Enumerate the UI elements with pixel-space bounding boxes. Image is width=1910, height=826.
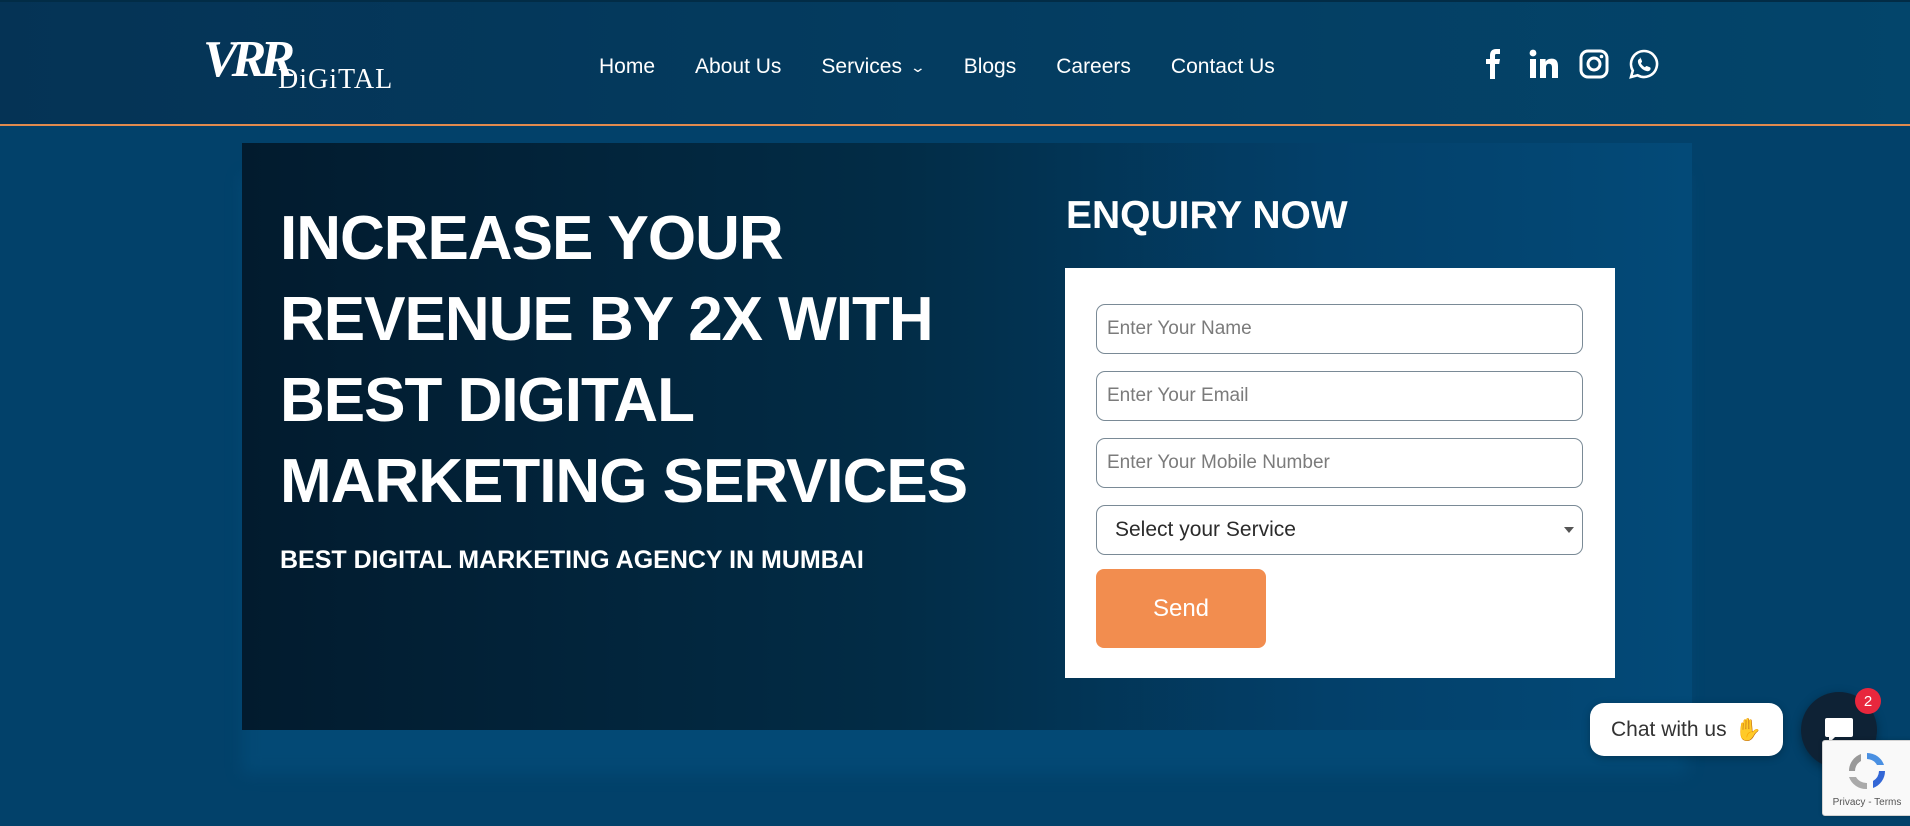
nav-home-label: Home [599,55,656,78]
name-input[interactable] [1096,304,1583,354]
social-links [1478,48,1678,80]
nav-blogs-label: Blogs [963,55,1017,78]
logo-sub-text: DiGiTAL [278,64,394,95]
nav-services[interactable]: Services ⌄ [821,55,927,79]
site-header: VRR DiGiTAL Home About Us Services ⌄ Blog… [0,0,1910,126]
mobile-input[interactable] [1096,438,1583,488]
logo-main-text: VRR [203,31,295,88]
nav-services-label: Services [821,55,902,78]
facebook-icon[interactable] [1478,48,1510,80]
enquiry-form: Select your Service Send [1065,268,1615,678]
vrr-digital-logo[interactable]: VRR DiGiTAL [203,34,393,96]
instagram-icon[interactable] [1578,48,1610,80]
chat-with-us-bubble[interactable]: Chat with us ✋ [1590,703,1783,756]
chat-unread-badge: 2 [1855,688,1881,714]
nav-home[interactable]: Home [599,55,655,79]
email-input[interactable] [1096,371,1583,421]
waving-hand-icon: ✋ [1734,716,1762,742]
recaptcha-badge[interactable]: Privacy - Terms [1822,740,1910,816]
nav-about-us[interactable]: About Us [695,55,781,79]
nav-careers-label: Careers [1056,55,1131,78]
service-select-value: Select your Service [1115,518,1296,541]
nav-about-label: About Us [695,55,782,78]
nav-blogs[interactable]: Blogs [964,55,1017,79]
linkedin-icon[interactable] [1528,48,1560,80]
hero-headline: INCREASE YOUR REVENUE BY 2X WITH BEST DI… [280,204,968,516]
nav-contact-label: Contact Us [1170,55,1275,78]
recaptcha-terms[interactable]: Privacy - Terms [1823,797,1910,808]
chevron-down-icon: ⌄ [909,58,927,75]
hero-subheadline: BEST DIGITAL MARKETING AGENCY IN MUMBAI [280,546,864,574]
main-nav: Home About Us Services ⌄ Blogs Careers Co… [599,50,1315,84]
whatsapp-icon[interactable] [1628,48,1660,80]
nav-careers[interactable]: Careers [1056,55,1131,79]
enquiry-title: ENQUIRY NOW [1066,194,1348,237]
recaptcha-icon [1849,753,1885,790]
send-button[interactable]: Send [1096,569,1266,648]
nav-contact-us[interactable]: Contact Us [1171,55,1275,79]
chat-with-us-label: Chat with us [1611,717,1727,741]
caret-down-icon [1564,527,1574,533]
service-select[interactable]: Select your Service [1096,505,1583,555]
